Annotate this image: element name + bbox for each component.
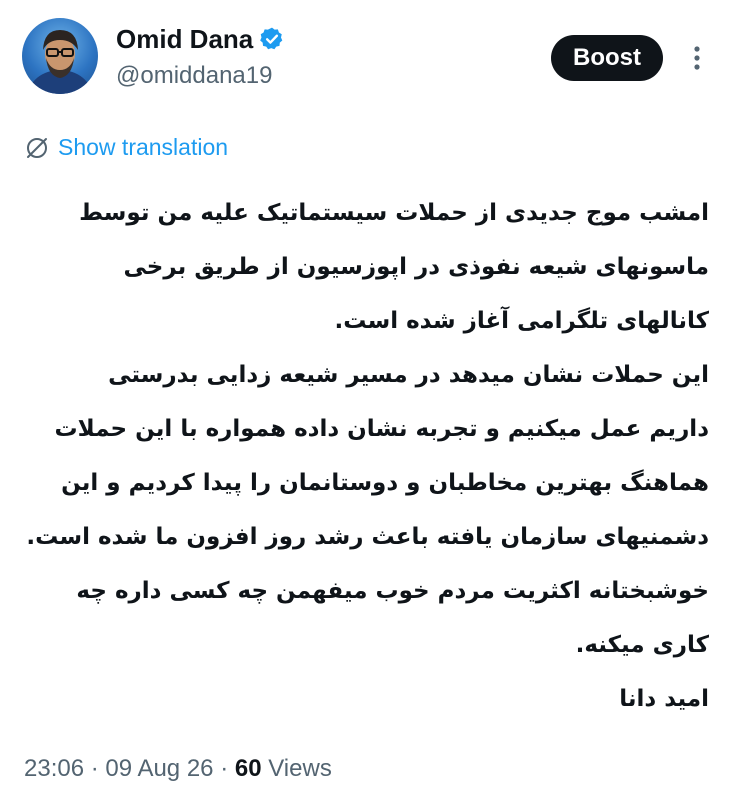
tweet-header: Omid Dana @omiddana19 Boost <box>22 18 711 98</box>
tweet-text-line: امید دانا <box>619 686 709 712</box>
more-vertical-icon[interactable] <box>683 44 711 72</box>
meta-separator: · <box>220 755 229 782</box>
tweet-date[interactable]: 09 Aug 26 <box>105 755 213 782</box>
tweet-text-line: داریم عمل میکنیم و تجربه نشان داده هموار… <box>54 416 709 442</box>
user-handle[interactable]: @omiddana19 <box>116 60 285 92</box>
meta-separator: · <box>90 755 99 782</box>
views-label[interactable]: Views <box>268 755 332 782</box>
boost-button[interactable]: Boost <box>551 35 663 81</box>
tweet-text-line: دشمنیهای سازمان یافته باعث رشد روز افزون… <box>26 524 709 550</box>
tweet-text-line: کاری میکنه. <box>575 632 709 658</box>
tweet-text-line: ماسونهای شیعه نفوذی در اپوزسیون از طریق … <box>123 254 709 280</box>
display-name[interactable]: Omid Dana <box>116 22 253 56</box>
show-translation-label[interactable]: Show translation <box>58 134 228 161</box>
verified-badge-icon[interactable] <box>259 26 285 52</box>
avatar-image <box>28 30 92 94</box>
avatar[interactable] <box>22 18 98 94</box>
display-name-row: Omid Dana <box>116 22 285 56</box>
tweet-text: امشب موج جدیدی از حملات سیستماتیک علیه م… <box>24 186 709 726</box>
show-translation-link[interactable]: Show translation <box>24 134 228 161</box>
tweet-text-line: این حملات نشان میدهد در مسیر شیعه زدایی … <box>108 362 709 388</box>
views-count[interactable]: 60 <box>235 755 262 782</box>
translate-icon <box>24 135 50 161</box>
tweet-text-line: هماهنگ بهترین مخاطبان و دوستانمان را پید… <box>61 470 709 496</box>
tweet-text-line: خوشبختانه اکثریت مردم خوب میفهمن چه کسی … <box>76 578 709 604</box>
tweet-time[interactable]: 23:06 <box>24 755 84 782</box>
tweet-text-line: امشب موج جدیدی از حملات سیستماتیک علیه م… <box>79 200 709 226</box>
user-names: Omid Dana @omiddana19 <box>116 22 285 92</box>
tweet-text-line: کانالهای تلگرامی آغاز شده است. <box>334 308 710 334</box>
tweet-card: Omid Dana @omiddana19 Boost Show transla… <box>0 0 731 800</box>
tweet-meta: 23:06 · 09 Aug 26 · 60 Views <box>24 752 332 786</box>
